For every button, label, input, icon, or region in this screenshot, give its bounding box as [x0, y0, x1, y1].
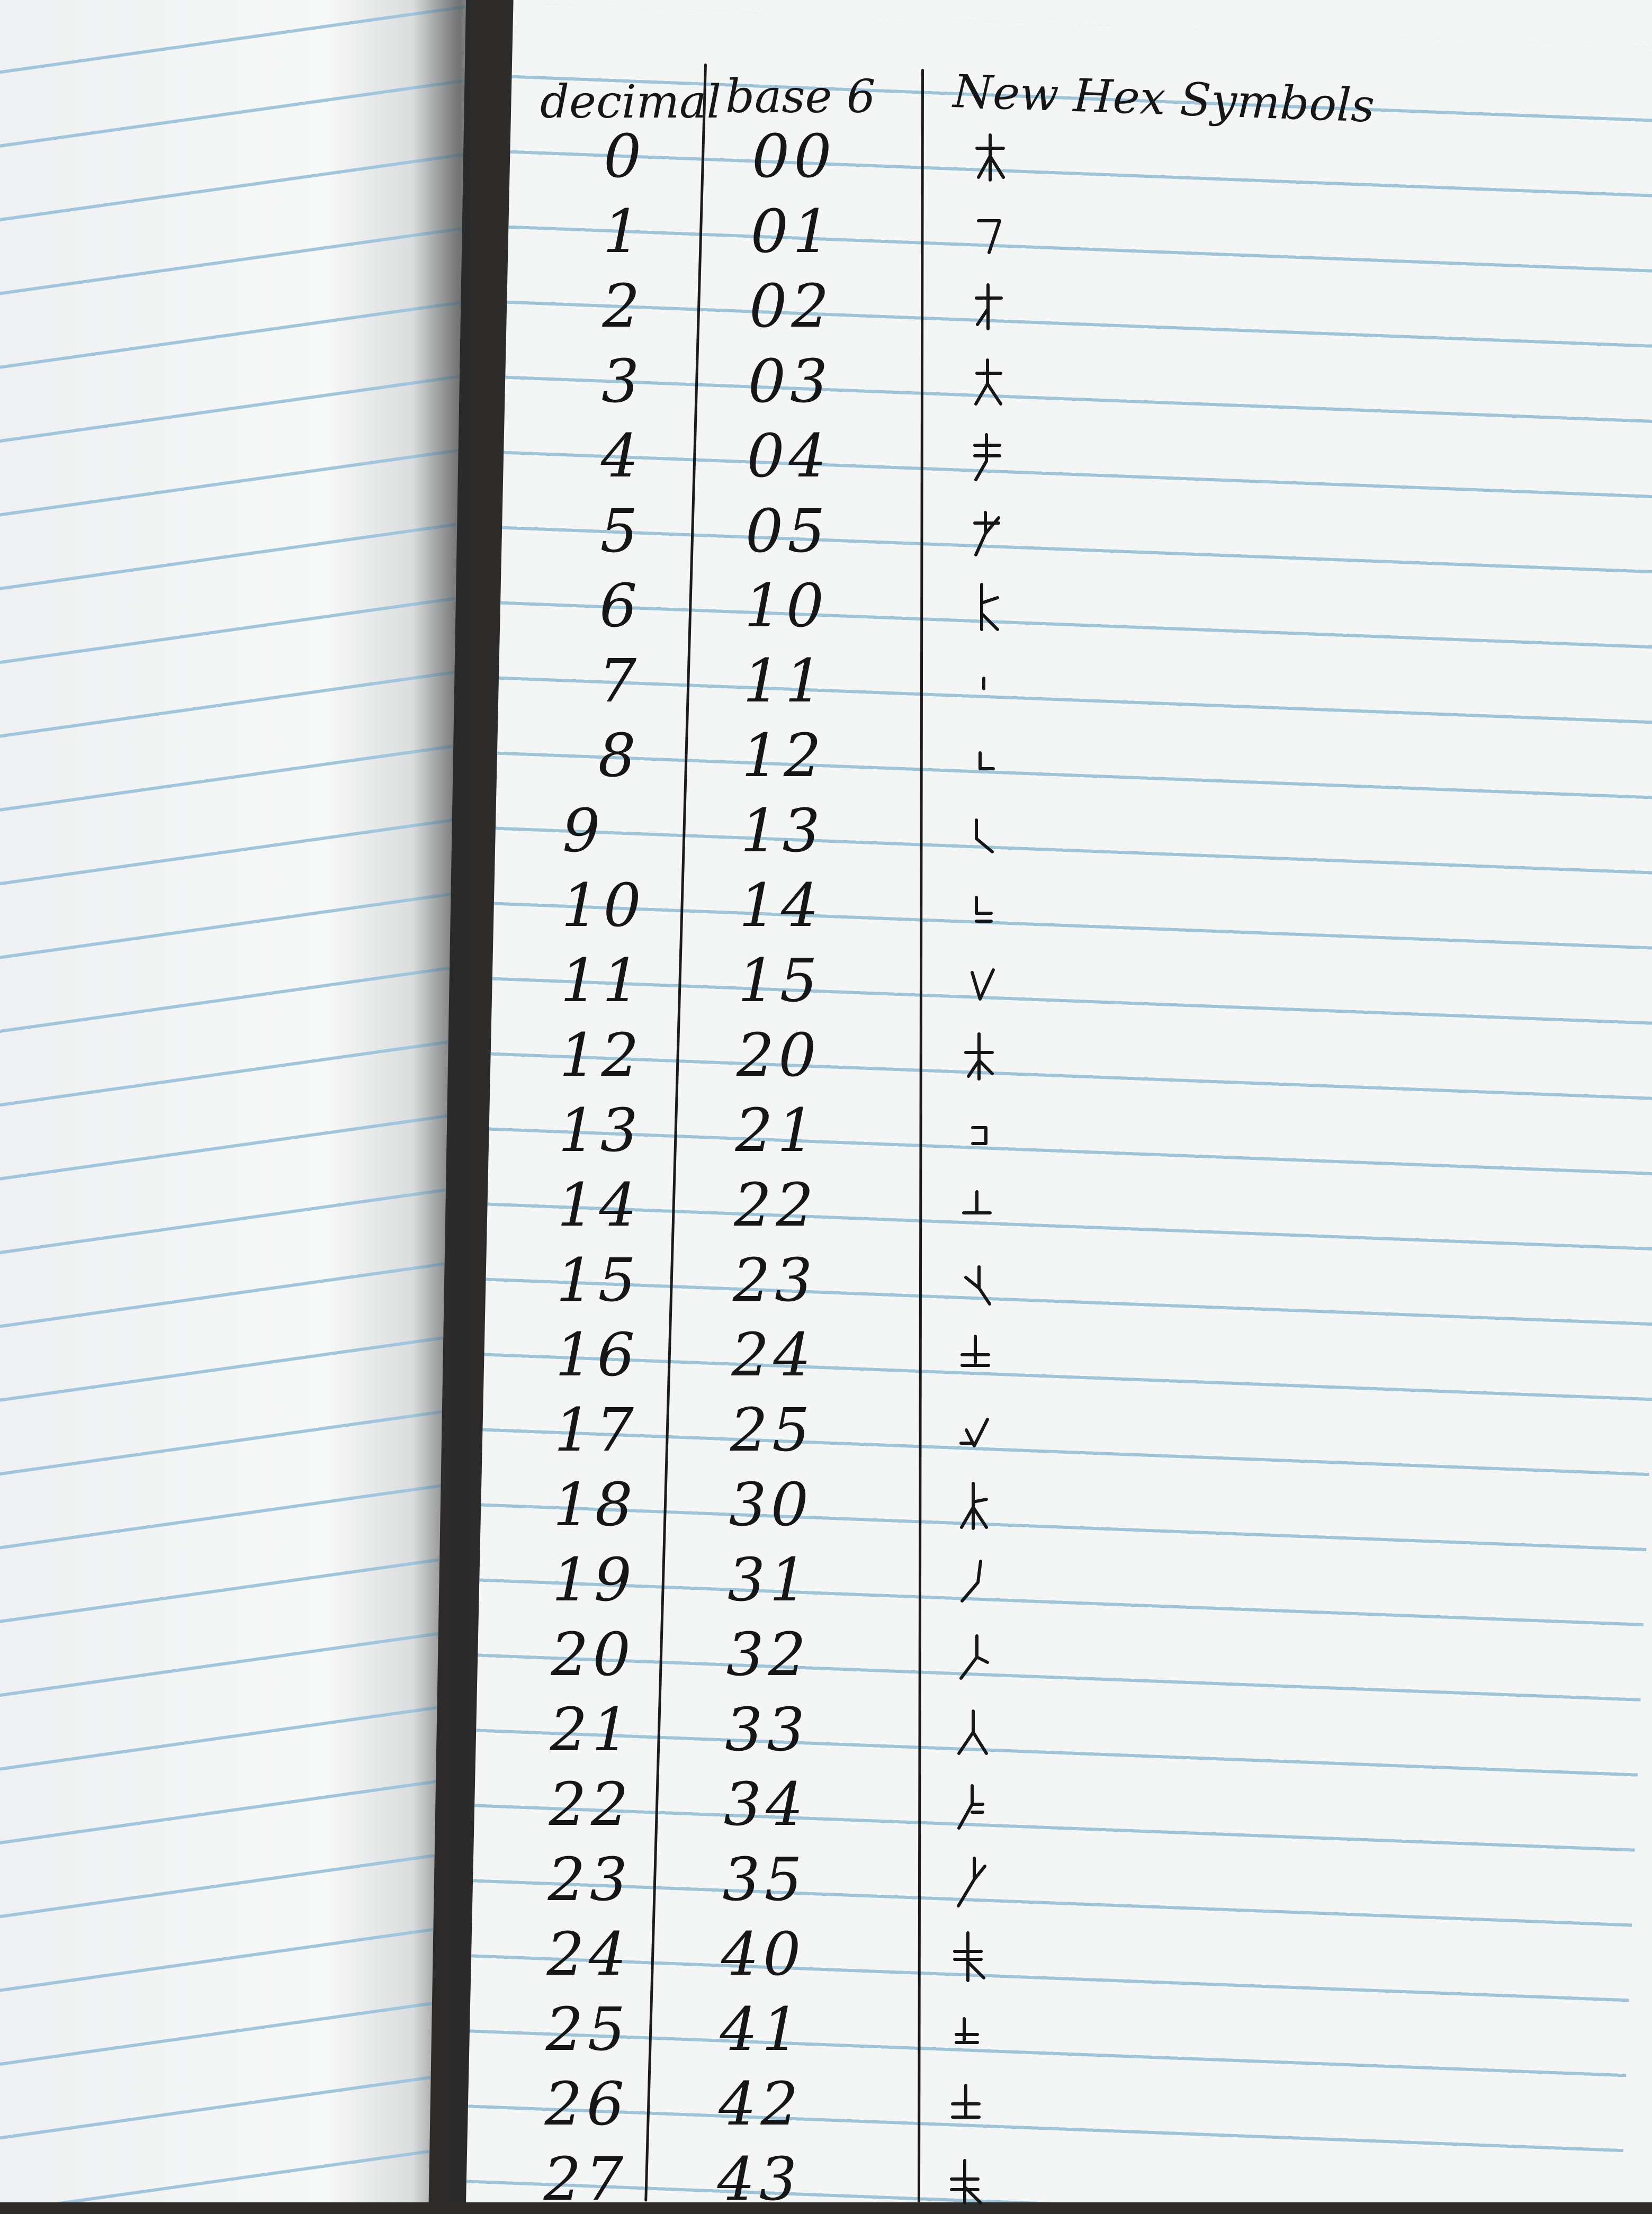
base6-cell: 40 [721, 1920, 805, 1989]
hex-symbol-glyph [968, 657, 1005, 710]
base6-cell: 42 [719, 2070, 803, 2139]
base6-cell: 24 [731, 1321, 815, 1390]
decimal-cell: 7 [598, 646, 641, 716]
decimal-cell: 3 [601, 347, 644, 416]
header-decimal: decimal [540, 76, 721, 129]
base6-cell: 04 [747, 422, 831, 491]
decimal-cell: 18 [553, 1471, 637, 1540]
hex-symbol-glyph [957, 1481, 994, 1534]
base6-cell: 21 [735, 1096, 820, 1165]
hex-symbol-glyph [949, 2155, 986, 2208]
hex-symbol-glyph [972, 357, 1009, 410]
left-notebook-page [0, 0, 466, 2202]
hex-symbol-glyph [971, 432, 1008, 485]
base6-cell: 12 [741, 722, 826, 790]
base6-cell: 00 [752, 122, 836, 191]
decimal-cell: 13 [558, 1096, 642, 1165]
base6-cell: 05 [745, 497, 830, 566]
base6-cell: 02 [749, 272, 833, 341]
decimal-cell: 4 [600, 422, 643, 491]
decimal-cell: 12 [559, 1021, 643, 1090]
base6-cell: 41 [720, 1995, 804, 2064]
decimal-cell: 14 [557, 1171, 641, 1240]
decimal-cell: 23 [547, 1845, 632, 1914]
decimal-cell: 2 [602, 272, 644, 341]
hex-symbol-glyph [952, 1930, 989, 1983]
hex-symbol-glyph [964, 957, 1001, 1010]
hex-symbol-glyph [969, 507, 1007, 560]
base6-cell: 11 [743, 646, 827, 716]
hex-symbol-glyph [955, 1706, 992, 1759]
decimal-cell: 8 [598, 722, 640, 790]
hex-symbol-glyph [961, 1181, 998, 1234]
base6-cell: 25 [730, 1396, 814, 1465]
base6-cell: 35 [722, 1845, 806, 1914]
hex-symbol-glyph [951, 2005, 988, 2058]
decimal-cell: 22 [549, 1770, 633, 1839]
hex-symbol-glyph [968, 582, 1005, 635]
base6-cell: 14 [739, 871, 823, 940]
base6-cell: 15 [738, 946, 822, 1015]
decimal-cell: 0 [604, 122, 646, 191]
hex-symbol-glyph [957, 1556, 994, 1609]
decimal-cell: 17 [554, 1396, 638, 1465]
base6-cell: 01 [750, 197, 835, 266]
base6-cell: 03 [748, 347, 832, 416]
decimal-cell: 19 [552, 1545, 636, 1615]
hex-symbol-glyph [958, 1406, 995, 1459]
decimal-cell: 11 [560, 946, 644, 1015]
decimal-cell: 10 [561, 871, 645, 940]
hex-symbol-glyph [960, 1256, 998, 1309]
decimal-cell: 21 [550, 1695, 634, 1765]
hex-symbol-glyph [950, 2080, 987, 2133]
decimal-cell: 9 [562, 796, 605, 866]
decimal-cell: 16 [555, 1321, 639, 1390]
base6-cell: 32 [726, 1621, 811, 1689]
hex-symbol-glyph [959, 1331, 996, 1384]
base6-cell: 22 [734, 1171, 818, 1240]
hex-symbol-glyph [953, 1856, 990, 1909]
decimal-cell: 27 [543, 2145, 628, 2214]
decimal-cell: 1 [603, 197, 645, 266]
base6-cell: 33 [725, 1695, 809, 1765]
handwritten-table: decimal base 6 New Hex Symbols 0 00 1 01 2 02… [466, 0, 1652, 2209]
decimal-cell: 20 [551, 1621, 635, 1689]
decimal-cell: 5 [600, 497, 642, 566]
decimal-cell: 15 [556, 1246, 640, 1315]
hex-symbol-glyph [967, 732, 1004, 785]
header-new-hex-symbols: New Hex Symbols [952, 65, 1376, 133]
hex-symbol-glyph [956, 1631, 993, 1684]
header-base6: base 6 [725, 70, 876, 123]
base6-cell: 10 [744, 572, 828, 641]
decimal-cell: 6 [599, 572, 642, 641]
base6-cell: 13 [740, 796, 824, 866]
base6-cell: 23 [732, 1246, 817, 1315]
base6-cell: 43 [717, 2145, 802, 2214]
hex-symbol-glyph [965, 881, 1002, 934]
hex-symbol-glyph [972, 282, 1009, 335]
decimal-cell: 25 [545, 1995, 630, 2064]
hex-symbol-glyph [973, 208, 1010, 260]
base6-cell: 31 [728, 1545, 812, 1615]
hex-symbol-glyph [962, 1106, 999, 1159]
hex-symbol-glyph [974, 132, 1011, 185]
hex-symbol-glyph [966, 807, 1003, 860]
hex-symbol-glyph [954, 1780, 991, 1833]
decimal-cell: 26 [544, 2070, 629, 2139]
column-divider-decimal [644, 63, 707, 2202]
base6-cell: 30 [729, 1471, 813, 1540]
column-divider-base6 [917, 68, 924, 2202]
base6-cell: 20 [736, 1021, 821, 1090]
hex-symbol-glyph [963, 1031, 1000, 1084]
base6-cell: 34 [723, 1770, 808, 1839]
decimal-cell: 24 [546, 1920, 631, 1989]
